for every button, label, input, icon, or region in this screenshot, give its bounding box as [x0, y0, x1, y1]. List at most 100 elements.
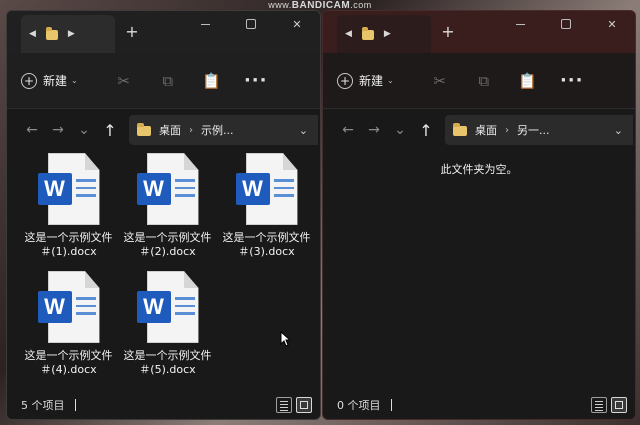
watermark-prefix: www. [268, 0, 292, 10]
tab-scroll-left-icon[interactable]: ◀ [29, 29, 36, 39]
file-name: 这是一个示例文件＃(5).docx [123, 349, 212, 376]
window-controls: ✕ [182, 11, 320, 37]
address-dropdown-chevron-icon[interactable]: ⌄ [299, 124, 308, 137]
word-logo: W [37, 291, 72, 323]
maximize-button[interactable] [543, 11, 589, 37]
back-arrow-icon[interactable]: ← [19, 122, 45, 138]
minimize-button[interactable] [497, 11, 543, 37]
word-document-icon: W [235, 153, 298, 225]
file-name: 这是一个示例文件＃(3).docx [222, 231, 311, 258]
word-document-icon: W [37, 271, 100, 343]
breadcrumb-folder[interactable]: 另一... [517, 122, 550, 138]
folder-icon [137, 123, 151, 136]
up-arrow-icon[interactable]: ↑ [413, 121, 439, 140]
command-bar: + 新建 ⌄ ✂ ⧉ 📋 ··· [323, 53, 635, 109]
chevron-down-icon: ⌄ [71, 76, 78, 85]
view-switcher [591, 397, 627, 413]
forward-arrow-icon[interactable]: → [361, 122, 387, 138]
tab-scroll-right-icon[interactable]: ▶ [68, 29, 75, 39]
breadcrumb-folder[interactable]: 示例... [201, 122, 234, 138]
tab-current[interactable]: ◀ ▶ [21, 15, 115, 53]
new-tab-button[interactable]: + [437, 21, 459, 43]
file-name: 这是一个示例文件＃(1).docx [24, 231, 113, 258]
word-logo: W [136, 173, 171, 205]
close-button[interactable]: ✕ [274, 11, 320, 37]
close-button[interactable]: ✕ [589, 11, 635, 37]
cut-icon[interactable]: ✂ [102, 72, 146, 90]
word-logo: W [235, 173, 270, 205]
up-arrow-icon[interactable]: ↑ [97, 121, 123, 140]
details-view-icon[interactable] [591, 397, 607, 413]
navigation-bar: ← → ⌄ ↑ 桌面 › 示例... ⌄ [7, 109, 320, 151]
word-document-icon: W [136, 271, 199, 343]
title-bar[interactable]: ◀ ▶ + ✕ [323, 11, 635, 53]
address-dropdown-chevron-icon[interactable]: ⌄ [614, 124, 623, 137]
forward-arrow-icon[interactable]: → [45, 122, 71, 138]
back-arrow-icon[interactable]: ← [335, 122, 361, 138]
watermark-suffix: .com [350, 0, 372, 10]
address-bar[interactable]: 桌面 › 另一... ⌄ [445, 115, 633, 145]
file-item[interactable]: W 这是一个示例文件＃(1).docx [19, 153, 118, 271]
minimize-button[interactable] [182, 11, 228, 37]
large-icons-view-icon[interactable] [611, 397, 627, 413]
file-name: 这是一个示例文件＃(4).docx [24, 349, 113, 376]
details-view-icon[interactable] [276, 397, 292, 413]
tab-scroll-left-icon[interactable]: ◀ [345, 29, 352, 39]
navigation-bar: ← → ⌄ ↑ 桌面 › 另一... ⌄ [323, 109, 635, 151]
word-logo: W [136, 291, 171, 323]
file-explorer-window-left: ◀ ▶ + ✕ + 新建 ⌄ ✂ ⧉ 📋 ··· ← → ⌄ ↑ 桌面 › 示例… [6, 10, 321, 420]
new-tab-button[interactable]: + [121, 21, 143, 43]
paste-icon[interactable]: 📋 [506, 72, 550, 90]
folder-icon [453, 123, 467, 136]
large-icons-view-icon[interactable] [296, 397, 312, 413]
text-cursor [74, 399, 76, 411]
chevron-down-icon: ⌄ [387, 76, 394, 85]
folder-icon [361, 27, 374, 40]
file-list-area[interactable]: 此文件夹为空。 [323, 151, 635, 391]
view-switcher [276, 397, 312, 413]
file-item[interactable]: W 这是一个示例文件＃(4).docx [19, 271, 118, 389]
file-explorer-window-right: ◀ ▶ + ✕ + 新建 ⌄ ✂ ⧉ 📋 ··· ← → ⌄ ↑ 桌面 › 另一… [322, 10, 636, 420]
more-options-icon[interactable]: ··· [234, 70, 278, 91]
plus-circle-icon: + [337, 72, 353, 89]
file-item[interactable]: W 这是一个示例文件＃(3).docx [217, 153, 316, 271]
new-button-label: 新建 [43, 74, 68, 88]
copy-icon[interactable]: ⧉ [462, 72, 506, 90]
breadcrumb-desktop[interactable]: 桌面 [475, 122, 497, 138]
new-button-label: 新建 [359, 74, 384, 88]
file-grid: W 这是一个示例文件＃(1).docx W 这是一个示例文件＃(2).docx W 这是一… [7, 151, 320, 389]
breadcrumb-separator-icon[interactable]: › [505, 125, 509, 136]
maximize-button[interactable] [228, 11, 274, 37]
status-bar: 5 个项目 [7, 391, 320, 419]
title-bar[interactable]: ◀ ▶ + ✕ [7, 11, 320, 53]
item-count: 5 个项目 [21, 399, 65, 412]
more-options-icon[interactable]: ··· [550, 70, 594, 91]
word-document-icon: W [37, 153, 100, 225]
recent-locations-chevron-icon[interactable]: ⌄ [71, 122, 97, 138]
file-name: 这是一个示例文件＃(2).docx [123, 231, 212, 258]
command-bar: + 新建 ⌄ ✂ ⧉ 📋 ··· [7, 53, 320, 109]
new-button[interactable]: + 新建 ⌄ [337, 66, 394, 96]
word-document-icon: W [136, 153, 199, 225]
address-bar[interactable]: 桌面 › 示例... ⌄ [129, 115, 318, 145]
breadcrumb-separator-icon[interactable]: › [189, 125, 193, 136]
item-count: 0 个项目 [337, 399, 381, 412]
paste-icon[interactable]: 📋 [190, 72, 234, 90]
status-bar: 0 个项目 [323, 391, 635, 419]
new-button[interactable]: + 新建 ⌄ [21, 66, 78, 96]
empty-folder-message: 此文件夹为空。 [440, 163, 518, 176]
copy-icon[interactable]: ⧉ [146, 72, 190, 90]
file-item[interactable]: W 这是一个示例文件＃(5).docx [118, 271, 217, 389]
tab-scroll-right-icon[interactable]: ▶ [384, 29, 391, 39]
breadcrumb-desktop[interactable]: 桌面 [159, 122, 181, 138]
window-controls: ✕ [497, 11, 635, 37]
word-logo: W [37, 173, 72, 205]
plus-circle-icon: + [21, 72, 37, 89]
tab-current[interactable]: ◀ ▶ [337, 15, 431, 53]
folder-icon [45, 27, 58, 40]
recent-locations-chevron-icon[interactable]: ⌄ [387, 122, 413, 138]
file-item[interactable]: W 这是一个示例文件＃(2).docx [118, 153, 217, 271]
cut-icon[interactable]: ✂ [418, 72, 462, 90]
file-list-area[interactable]: W 这是一个示例文件＃(1).docx W 这是一个示例文件＃(2).docx W 这是一… [7, 151, 320, 391]
text-cursor [390, 399, 392, 411]
